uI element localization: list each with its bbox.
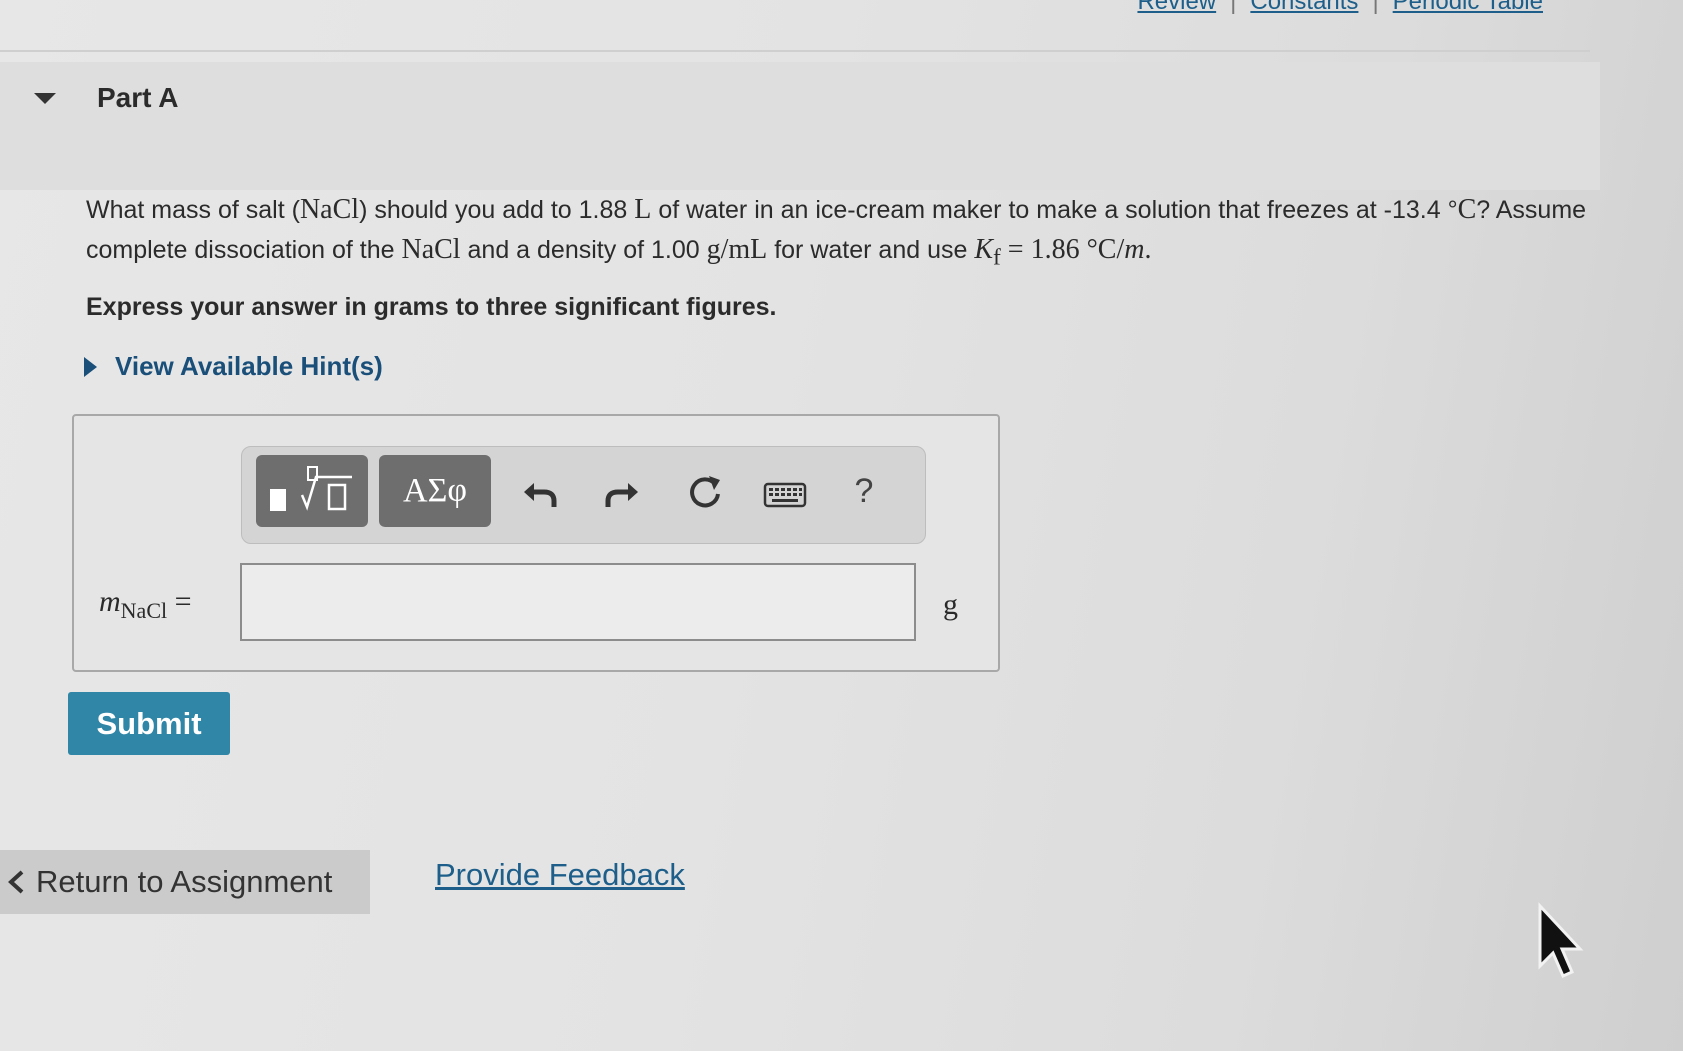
question-fragment: of water in an ice-cream maker to make a…: [651, 196, 1458, 224]
question-text: What mass of salt (NaCl) should you add …: [86, 190, 1606, 278]
reset-icon: [690, 476, 720, 508]
reset-button[interactable]: [675, 467, 735, 519]
provide-feedback-link[interactable]: Provide Feedback: [435, 857, 685, 893]
link-separator: |: [1372, 0, 1379, 15]
kf-subscript: f: [993, 244, 1001, 271]
return-to-assignment-button[interactable]: Return to Assignment: [0, 850, 370, 914]
periodic-table-link[interactable]: Periodic Table: [1393, 0, 1543, 16]
variable-symbol: m: [99, 585, 121, 618]
equals-sign: =: [174, 585, 192, 618]
variable-subscript: NaCl: [120, 598, 168, 623]
molal-unit: m: [1124, 234, 1145, 265]
help-button[interactable]: ?: [834, 465, 894, 517]
answer-input[interactable]: [240, 563, 916, 641]
answer-variable-label: mNaCl =: [99, 585, 192, 624]
mouse-pointer-icon: [1538, 902, 1584, 978]
part-header[interactable]: [0, 62, 1600, 190]
redo-icon: [605, 483, 638, 507]
kf-expression: Kf = 1.86 °C/m.: [974, 234, 1152, 271]
templates-icon: [270, 466, 352, 511]
unit-label: g: [943, 588, 958, 621]
return-label: Return to Assignment: [36, 864, 333, 899]
question-fragment: for water and use: [767, 236, 975, 264]
greek-symbols-button[interactable]: ΑΣφ: [379, 455, 491, 527]
question-fragment: and a density of 1.00: [460, 236, 707, 264]
chevron-left-icon: [8, 870, 24, 894]
submit-button[interactable]: Submit: [68, 692, 230, 755]
caret-right-icon: [84, 356, 97, 377]
question-fragment: ) should you add to 1.88: [359, 196, 635, 224]
formula-nacl: NaCl: [401, 234, 461, 265]
link-separator: |: [1230, 0, 1237, 15]
kf-symbol: K: [974, 234, 994, 265]
formula-nacl: NaCl: [299, 194, 360, 225]
constants-link[interactable]: Constants: [1250, 0, 1358, 16]
question-fragment: What mass of salt (: [86, 196, 300, 224]
divider: [0, 50, 1590, 52]
view-hints-label: View Available Hint(s): [115, 351, 383, 381]
redo-button[interactable]: [592, 467, 652, 519]
unit-celsius: C: [1457, 194, 1477, 225]
undo-button[interactable]: [510, 467, 570, 519]
templates-button[interactable]: [256, 455, 368, 527]
math-toolbar: ΑΣφ ?: [241, 446, 926, 544]
collapse-caret-icon[interactable]: [34, 93, 56, 104]
top-links: Review | Constants | Periodic Table: [1137, 0, 1543, 16]
unit-density: g/mL: [706, 234, 768, 265]
question-fragment: .: [1144, 234, 1152, 265]
undo-icon: [524, 483, 557, 507]
review-link[interactable]: Review: [1137, 0, 1216, 16]
keyboard-button[interactable]: [755, 469, 815, 521]
part-title: Part A: [97, 82, 179, 113]
view-hints-toggle[interactable]: View Available Hint(s): [84, 351, 383, 382]
keyboard-icon: [763, 482, 807, 508]
kf-value: = 1.86 °C/: [1000, 234, 1125, 265]
unit-liter: L: [634, 194, 652, 225]
instruction-text: Express your answer in grams to three si…: [86, 293, 777, 321]
